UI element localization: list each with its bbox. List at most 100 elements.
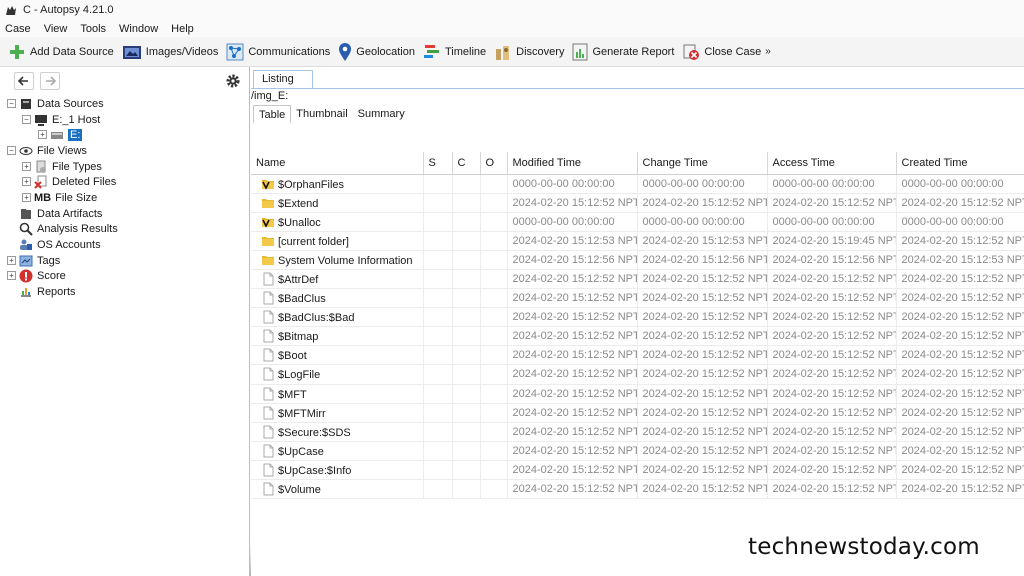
folder-icon xyxy=(262,236,274,246)
table-row[interactable]: $OrphanFiles 0000-00-00 00:00:00 0000-00-0… xyxy=(251,174,1024,194)
expand-toggle-icon[interactable]: + xyxy=(38,130,47,139)
communications-button[interactable]: Communications xyxy=(226,43,330,61)
cell-c xyxy=(452,212,481,232)
cell-o xyxy=(480,441,508,461)
table-row[interactable]: $Volume 2024-02-20 15:12:52 NPT 2024-02-20… xyxy=(251,479,1024,500)
table-row[interactable]: $Extend 2024-02-20 15:12:52 NPT 2024-02-20… xyxy=(251,193,1024,213)
back-button[interactable] xyxy=(14,71,34,90)
table-row[interactable]: $Bitmap 2024-02-20 15:12:52 NPT 2024-02-20… xyxy=(251,326,1024,347)
column-header-s[interactable]: S xyxy=(423,152,453,175)
expand-toggle-icon[interactable]: + xyxy=(22,193,31,202)
file-types-icon xyxy=(36,160,46,173)
tab-summary[interactable]: Summary xyxy=(353,105,410,123)
cell-c xyxy=(452,269,481,290)
watermark-text: technewstoday.com xyxy=(748,534,980,560)
cell-change-time: 2024-02-20 15:12:52 NPT xyxy=(637,403,768,423)
title-bar: C - Autopsy 4.21.0 xyxy=(0,0,1024,20)
timeline-button[interactable]: Timeline xyxy=(423,43,486,61)
file-name: $UpCase:$Info xyxy=(278,464,352,477)
expand-toggle-icon[interactable]: + xyxy=(22,177,31,186)
menu-window[interactable]: Window xyxy=(119,23,158,35)
cell-c xyxy=(452,441,481,461)
tree-node-analysis-results[interactable]: Analysis Results xyxy=(19,221,118,236)
menu-help[interactable]: Help xyxy=(171,23,194,35)
expand-toggle-icon[interactable]: + xyxy=(7,256,16,265)
tree-node-file-views[interactable]: − File Views xyxy=(7,143,87,158)
cell-modified-time: 2024-02-20 15:12:56 NPT xyxy=(507,250,638,270)
table-row[interactable]: $BadClus 2024-02-20 15:12:52 NPT 2024-02-2… xyxy=(251,288,1024,309)
menu-tools[interactable]: Tools xyxy=(80,23,106,35)
expand-toggle-icon[interactable]: + xyxy=(7,271,16,280)
tree-node-file-size[interactable]: + MB File Size xyxy=(22,190,97,205)
table-row[interactable]: $MFTMirr 2024-02-20 15:12:52 NPT 2024-02-2… xyxy=(251,403,1024,423)
menu-case[interactable]: Case xyxy=(5,23,31,35)
table-row[interactable]: $AttrDef 2024-02-20 15:12:52 NPT 2024-02-2… xyxy=(251,269,1024,290)
tab-table[interactable]: Table xyxy=(253,105,292,123)
forward-button[interactable] xyxy=(40,71,60,90)
tree-node-deleted-files[interactable]: + Deleted Files xyxy=(22,174,116,189)
tree-node-tags[interactable]: + Tags xyxy=(7,253,60,268)
collapse-toggle-icon[interactable]: − xyxy=(22,115,31,124)
tree-toolbar xyxy=(0,67,249,94)
cell-modified-time: 2024-02-20 15:12:52 NPT xyxy=(507,364,638,385)
cell-name: $Unalloc xyxy=(251,212,424,232)
generate-report-button[interactable]: Generate Report xyxy=(572,43,674,61)
column-header-c[interactable]: C xyxy=(452,152,481,175)
column-header-change-time[interactable]: Change Time xyxy=(637,152,768,175)
close-case-button[interactable]: Close Case » xyxy=(682,43,771,61)
cell-modified-time: 2024-02-20 15:12:53 NPT xyxy=(507,231,638,251)
table-row[interactable]: $LogFile 2024-02-20 15:12:52 NPT 2024-02-2… xyxy=(251,364,1024,385)
column-header-access-time[interactable]: Access Time xyxy=(767,152,897,175)
tree-node-score[interactable]: + Score xyxy=(7,268,66,283)
add-plus-icon xyxy=(10,44,24,59)
tab-thumbnail[interactable]: Thumbnail xyxy=(291,105,352,123)
tree-node-os-accounts[interactable]: OS Accounts xyxy=(19,237,101,252)
table-row[interactable]: $UpCase:$Info 2024-02-20 15:12:52 NPT 2024… xyxy=(251,460,1024,481)
column-header-modified-time[interactable]: Modified Time xyxy=(507,152,638,175)
file-name: $Volume xyxy=(278,484,321,497)
images-videos-button[interactable]: Images/Videos xyxy=(122,43,218,61)
table-body: $OrphanFiles 0000-00-00 00:00:00 0000-00-0… xyxy=(251,174,1024,500)
add-data-source-button[interactable]: Add Data Source xyxy=(8,43,114,61)
cell-name: $OrphanFiles xyxy=(251,174,424,194)
column-header-name[interactable]: Name xyxy=(251,152,424,175)
cell-change-time: 2024-02-20 15:12:52 NPT xyxy=(637,288,768,309)
cell-name: $LogFile xyxy=(251,364,424,385)
discovery-button[interactable]: Discovery xyxy=(494,43,564,61)
menu-view[interactable]: View xyxy=(44,23,68,35)
cell-s xyxy=(423,422,453,442)
collapse-toggle-icon[interactable]: − xyxy=(7,146,16,155)
cell-o xyxy=(480,174,508,194)
cell-c xyxy=(452,345,481,366)
table-row[interactable]: System Volume Information 2024-02-20 15:1… xyxy=(251,250,1024,270)
table-row[interactable]: $MFT 2024-02-20 15:12:52 NPT 2024-02-20 15… xyxy=(251,384,1024,404)
table-row[interactable]: $UpCase 2024-02-20 15:12:52 NPT 2024-02-20… xyxy=(251,441,1024,461)
tree-node-reports[interactable]: Reports xyxy=(19,284,76,299)
column-header-created-time[interactable]: Created Time xyxy=(896,152,1024,175)
tree-node-drive[interactable]: + E: xyxy=(38,127,83,142)
table-row[interactable]: [current folder] 2024-02-20 15:12:53 NPT 2… xyxy=(251,231,1024,251)
main-toolbar: Add Data Source Images/Videos Communicat… xyxy=(0,37,1024,67)
toolbar-overflow-chevron-icon[interactable]: » xyxy=(765,46,771,57)
tree-settings-button[interactable] xyxy=(223,71,243,91)
cell-s xyxy=(423,326,453,347)
tab-listing[interactable]: Listing xyxy=(253,70,313,89)
table-row[interactable]: $Boot 2024-02-20 15:12:52 NPT 2024-02-20 1… xyxy=(251,345,1024,366)
collapse-toggle-icon[interactable]: − xyxy=(7,99,16,108)
table-row[interactable]: $BadClus:$Bad 2024-02-20 15:12:52 NPT 2024… xyxy=(251,307,1024,328)
table-row[interactable]: $Unalloc 0000-00-00 00:00:00 0000-00-00 00… xyxy=(251,212,1024,232)
expand-toggle-icon[interactable]: + xyxy=(22,162,31,171)
tree-node-host[interactable]: − E:_1 Host xyxy=(22,112,100,127)
tree-node-data-sources[interactable]: − Data Sources xyxy=(7,96,104,111)
cell-s xyxy=(423,174,453,194)
column-header-o[interactable]: O xyxy=(480,152,508,175)
table-row[interactable]: $Secure:$SDS 2024-02-20 15:12:52 NPT 2024-… xyxy=(251,422,1024,442)
autopsy-dog-icon xyxy=(6,6,16,15)
tree-node-data-artifacts[interactable]: Data Artifacts xyxy=(19,206,102,221)
cell-name: $UpCase xyxy=(251,441,424,461)
viewer-subtabs: Table Thumbnail Summary xyxy=(253,105,410,123)
tree-node-file-types[interactable]: + File Types xyxy=(22,159,102,174)
geolocation-button[interactable]: Geolocation xyxy=(338,42,415,62)
cell-access-time: 2024-02-20 15:12:56 NPT xyxy=(767,250,897,270)
cell-c xyxy=(452,460,481,481)
